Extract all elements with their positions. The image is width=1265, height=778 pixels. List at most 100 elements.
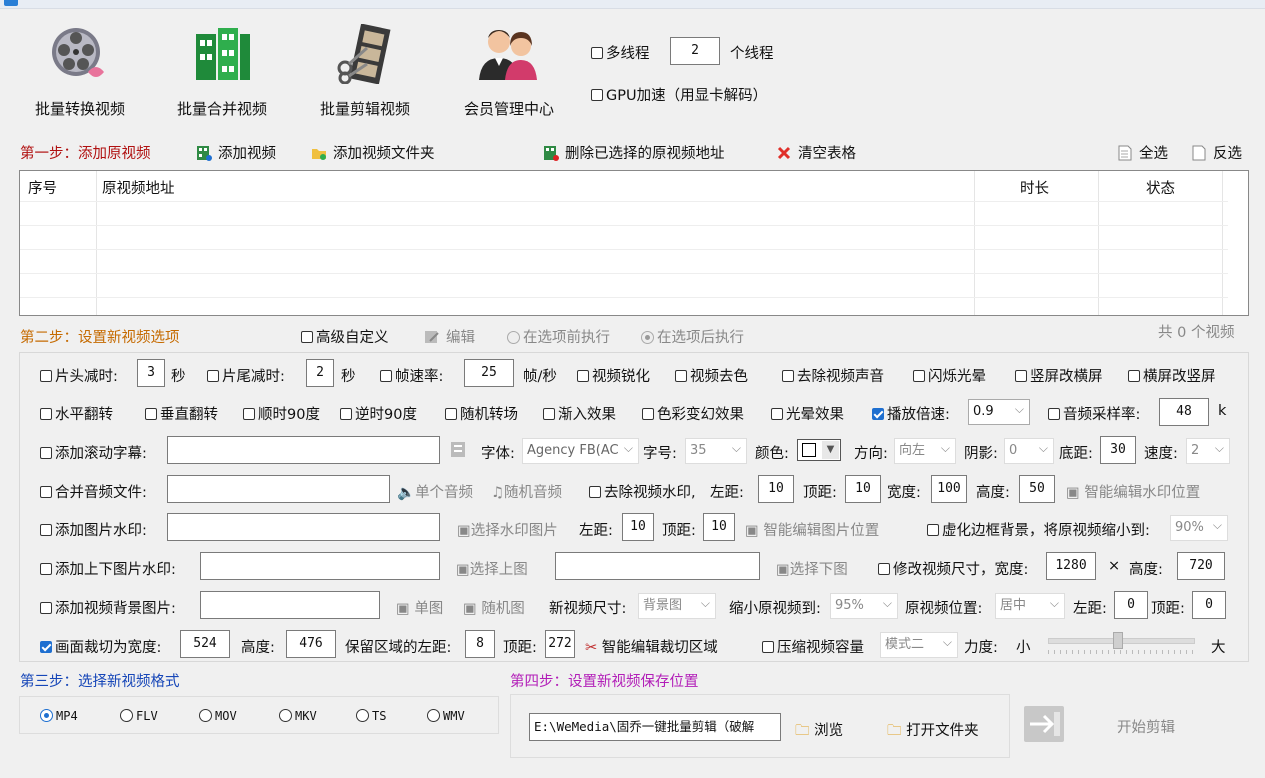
thread-count-input[interactable]: 2: [670, 37, 720, 65]
image-watermark-checkbox[interactable]: 添加图片水印:: [40, 519, 147, 540]
bottom-image-input[interactable]: [555, 552, 760, 580]
delete-selected-button[interactable]: 删除已选择的原视频地址: [543, 142, 725, 163]
random-audio-button[interactable]: ♫随机音频: [491, 481, 562, 502]
fps-input[interactable]: 25: [464, 359, 514, 387]
smart-image-button[interactable]: ▣ 智能编辑图片位置: [745, 519, 879, 540]
start-button[interactable]: 开始剪辑: [1117, 716, 1175, 737]
execute-before-radio[interactable]: 在选项前执行: [507, 326, 610, 347]
fps-checkbox[interactable]: 帧速率:: [380, 365, 443, 386]
flash-checkbox[interactable]: 闪烁光晕: [913, 365, 986, 386]
execute-after-radio[interactable]: 在选项后执行: [641, 326, 744, 347]
top-image-input[interactable]: [200, 552, 440, 580]
video-table[interactable]: 序号 原视频地址 时长 状态: [19, 170, 1249, 316]
font-settings-icon[interactable]: [450, 441, 468, 459]
compress-mode-select[interactable]: 模式二: [880, 632, 958, 658]
subtitle-input[interactable]: [167, 436, 440, 464]
head-cut-input[interactable]: 3: [137, 359, 165, 387]
wm-width-input[interactable]: 100: [931, 475, 967, 503]
choose-top-image-button[interactable]: ▣选择上图: [456, 558, 528, 579]
new-size-select[interactable]: 背景图: [638, 593, 716, 619]
multithread-checkbox[interactable]: 多线程: [591, 42, 650, 63]
img-top-input[interactable]: 10: [703, 513, 735, 541]
member-center-button[interactable]: 会员管理中心: [449, 14, 569, 118]
browse-button[interactable]: 🗀 浏览: [795, 719, 843, 745]
image-watermark-input[interactable]: [167, 513, 440, 541]
resize-checkbox[interactable]: 修改视频尺寸，宽度:: [878, 558, 1028, 579]
crop-width-input[interactable]: 524: [180, 630, 230, 658]
head-cut-checkbox[interactable]: 片头减时:: [40, 365, 118, 386]
vflip-checkbox[interactable]: 垂直翻转: [145, 403, 218, 424]
color-magic-checkbox[interactable]: 色彩变幻效果: [642, 403, 744, 424]
crop-height-input[interactable]: 476: [286, 630, 336, 658]
scroll-speed-select[interactable]: 2: [1186, 438, 1230, 464]
glow-checkbox[interactable]: 光晕效果: [771, 403, 844, 424]
single-image-button[interactable]: ▣ 单图: [396, 597, 443, 618]
font-select[interactable]: Agency FB(AC: [522, 438, 639, 464]
subtitle-checkbox[interactable]: 添加滚动字幕:: [40, 442, 147, 463]
batch-edit-button[interactable]: 批量剪辑视频: [305, 14, 425, 118]
direction-select[interactable]: 向左: [894, 438, 956, 464]
wm-left-input[interactable]: 10: [758, 475, 794, 503]
column-index[interactable]: 序号: [28, 177, 57, 198]
sharpen-checkbox[interactable]: 视频锐化: [577, 365, 650, 386]
bottom-margin-input[interactable]: 30: [1100, 436, 1136, 464]
random-image-button[interactable]: ▣ 随机图: [463, 597, 525, 618]
choose-watermark-button[interactable]: ▣选择水印图片: [457, 519, 558, 540]
rotate-ccw-checkbox[interactable]: 逆时90度: [340, 403, 417, 424]
top-bottom-watermark-checkbox[interactable]: 添加上下图片水印:: [40, 558, 176, 579]
format-mp4-radio[interactable]: MP4: [40, 709, 78, 723]
advanced-checkbox[interactable]: 高级自定义: [301, 326, 389, 347]
remove-watermark-checkbox[interactable]: 去除视频水印,: [589, 481, 696, 502]
random-transition-checkbox[interactable]: 随机转场: [445, 403, 518, 424]
fade-in-checkbox[interactable]: 渐入效果: [543, 403, 616, 424]
position-select[interactable]: 居中: [995, 593, 1065, 619]
edit-button[interactable]: 编辑: [424, 326, 475, 347]
crop-checkbox[interactable]: 画面裁切为宽度:: [40, 636, 161, 657]
clear-table-button[interactable]: 清空表格: [776, 142, 856, 163]
keep-left-input[interactable]: 8: [465, 630, 495, 658]
save-path-input[interactable]: E:\WeMedia\固乔一键批量剪辑（破解: [529, 713, 781, 741]
speed-select[interactable]: 0.9: [968, 399, 1030, 425]
vertical-to-horizontal-checkbox[interactable]: 竖屏改横屏: [1015, 365, 1103, 386]
format-mov-radio[interactable]: MOV: [199, 709, 237, 723]
choose-bottom-image-button[interactable]: ▣选择下图: [776, 558, 848, 579]
column-status[interactable]: 状态: [1146, 177, 1175, 198]
select-all-button[interactable]: 全选: [1117, 142, 1168, 163]
merge-audio-input[interactable]: [167, 475, 390, 503]
add-folder-button[interactable]: 添加视频文件夹: [311, 142, 435, 163]
merge-audio-checkbox[interactable]: 合并音频文件:: [40, 481, 147, 502]
column-duration[interactable]: 时长: [1020, 177, 1049, 198]
img-left-input[interactable]: 10: [622, 513, 654, 541]
decolor-checkbox[interactable]: 视频去色: [675, 365, 748, 386]
format-ts-radio[interactable]: TS: [356, 709, 386, 723]
column-path[interactable]: 原视频地址: [102, 177, 175, 198]
blur-scale-select[interactable]: 90%: [1170, 515, 1228, 541]
smart-watermark-button[interactable]: ▣ 智能编辑水印位置: [1066, 481, 1200, 502]
speed-checkbox[interactable]: 播放倍速:: [872, 403, 950, 424]
open-folder-button[interactable]: 🗀 打开文件夹: [887, 719, 979, 745]
bg-top-input[interactable]: 0: [1192, 591, 1226, 619]
color-picker[interactable]: ▼: [797, 439, 841, 461]
compress-checkbox[interactable]: 压缩视频容量: [762, 636, 864, 657]
remove-audio-checkbox[interactable]: 去除视频声音: [782, 365, 884, 386]
gpu-checkbox[interactable]: GPU加速（用显卡解码）: [591, 84, 767, 105]
bg-left-input[interactable]: 0: [1114, 591, 1148, 619]
hflip-checkbox[interactable]: 水平翻转: [40, 403, 113, 424]
crop-top-input[interactable]: 272: [545, 630, 575, 658]
font-size-select[interactable]: 35: [685, 438, 747, 464]
add-video-button[interactable]: 添加视频: [196, 142, 276, 163]
single-audio-button[interactable]: 🔈单个音频: [397, 481, 473, 502]
tail-cut-checkbox[interactable]: 片尾减时:: [207, 365, 285, 386]
format-wmv-radio[interactable]: WMV: [427, 709, 465, 723]
invert-selection-button[interactable]: 反选: [1191, 142, 1242, 163]
resize-height-input[interactable]: 720: [1177, 552, 1225, 580]
sample-rate-checkbox[interactable]: 音频采样率:: [1048, 403, 1140, 424]
batch-merge-button[interactable]: 批量合并视频: [162, 14, 282, 118]
shadow-select[interactable]: 0: [1004, 438, 1054, 464]
blur-border-checkbox[interactable]: 虚化边框背景，将原视频缩小到:: [927, 519, 1150, 540]
horizontal-to-vertical-checkbox[interactable]: 横屏改竖屏: [1128, 365, 1216, 386]
tail-cut-input[interactable]: 2: [306, 359, 334, 387]
resize-width-input[interactable]: 1280: [1046, 552, 1096, 580]
batch-convert-button[interactable]: 批量转换视频: [20, 14, 140, 118]
smart-crop-button[interactable]: ✂ 智能编辑裁切区域: [585, 636, 718, 657]
